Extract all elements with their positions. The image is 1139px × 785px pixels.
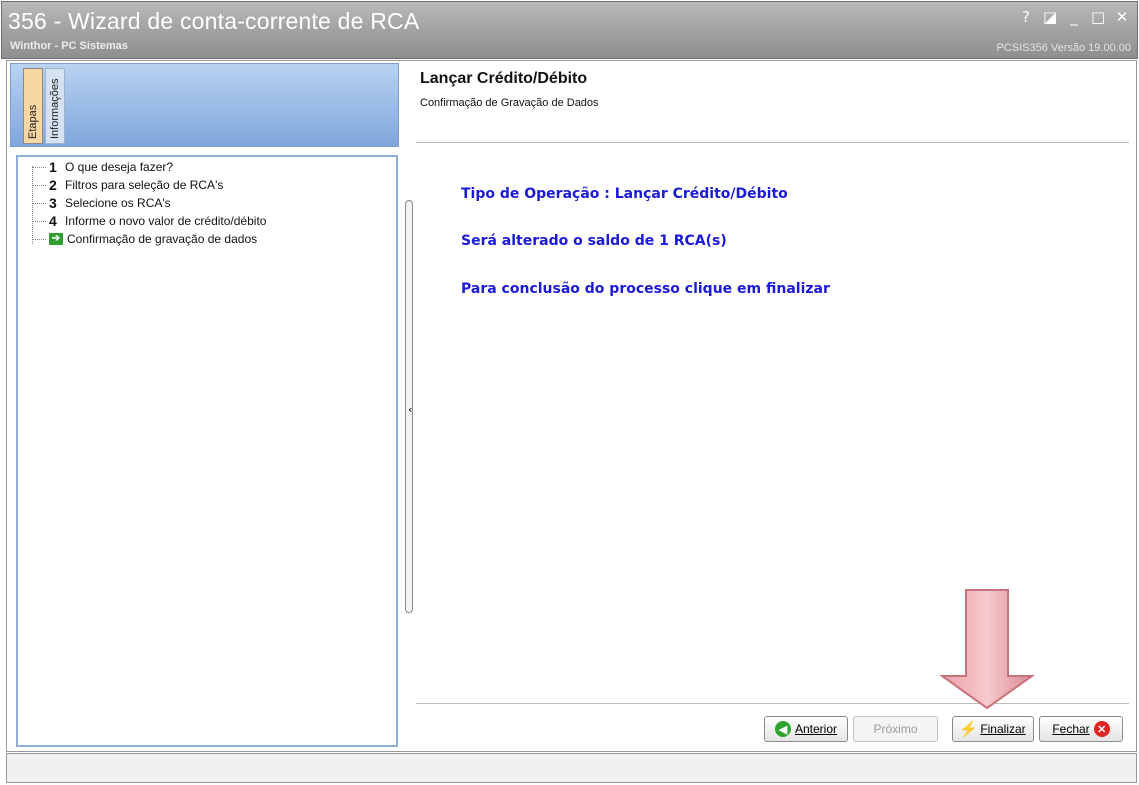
step-number: 4 (49, 213, 57, 229)
tab-etapas[interactable]: Etapas (23, 68, 43, 144)
tab-informacoes[interactable]: Informações (45, 68, 65, 144)
step-item-1[interactable]: 1 O que deseja fazer? (32, 159, 174, 175)
previous-button[interactable]: ◀ Anterior (764, 716, 848, 742)
close-circle-icon: ✕ (1093, 721, 1110, 737)
minimize-icon[interactable]: _ (1067, 8, 1081, 26)
version-label: PCSIS356 Versão 19.00.00 (996, 42, 1131, 54)
green-arrow-icon: ➔ (49, 233, 63, 245)
title-bar: 356 - Wizard de conta-corrente de RCA Wi… (1, 1, 1138, 59)
back-arrow-icon: ◀ (774, 721, 791, 737)
steps-tree: 1 O que deseja fazer? 2 Filtros para sel… (16, 155, 398, 747)
finish-button[interactable]: ⚡ Finalizar (952, 716, 1034, 742)
step-item-4[interactable]: 4 Informe o novo valor de crédito/débito (32, 213, 267, 229)
step-number: 1 (49, 159, 57, 175)
next-button[interactable]: Próximo (853, 716, 938, 742)
step-label: Confirmação de gravação de dados (67, 232, 258, 246)
lightning-icon: ⚡ (958, 721, 978, 738)
operation-type-text: Tipo de Operação : Lançar Crédito/Débito (461, 186, 788, 202)
status-bar (6, 753, 1137, 783)
window-title: 356 - Wizard de conta-corrente de RCA (8, 8, 420, 34)
collapse-left-icon[interactable]: ‹ (408, 403, 412, 416)
header-divider (416, 142, 1129, 143)
conclusion-hint-text: Para conclusão do processo clique em fin… (461, 281, 830, 297)
step-item-3[interactable]: 3 Selecione os RCA's (32, 195, 171, 211)
page-title: Lançar Crédito/Débito (420, 70, 588, 87)
window-controls: ? ◪ _ □ ✕ (1019, 8, 1129, 26)
step-label: Selecione os RCA's (65, 196, 171, 210)
rca-count-text: Será alterado o saldo de 1 RCA(s) (461, 233, 727, 249)
page-subtitle: Confirmação de Gravação de Dados (420, 97, 599, 109)
maximize-icon[interactable]: □ (1091, 8, 1105, 26)
step-label: Filtros para seleção de RCA's (65, 178, 224, 192)
step-number: 3 (49, 195, 57, 211)
close-button[interactable]: Fechar ✕ (1039, 716, 1123, 742)
step-item-2[interactable]: 2 Filtros para seleção de RCA's (32, 177, 224, 193)
restore-alt-icon[interactable]: ◪ (1043, 8, 1057, 26)
close-icon[interactable]: ✕ (1115, 8, 1129, 26)
step-label: Informe o novo valor de crédito/débito (65, 214, 267, 228)
step-label: O que deseja fazer? (65, 160, 174, 174)
step-item-5[interactable]: ➔ Confirmação de gravação de dados (32, 232, 257, 246)
step-number: 2 (49, 177, 57, 193)
window-subtitle: Winthor - PC Sistemas (10, 40, 128, 52)
help-icon[interactable]: ? (1019, 8, 1033, 26)
down-arrow-highlight-icon (940, 589, 1035, 710)
left-panel-header: Etapas Informações (10, 63, 399, 147)
